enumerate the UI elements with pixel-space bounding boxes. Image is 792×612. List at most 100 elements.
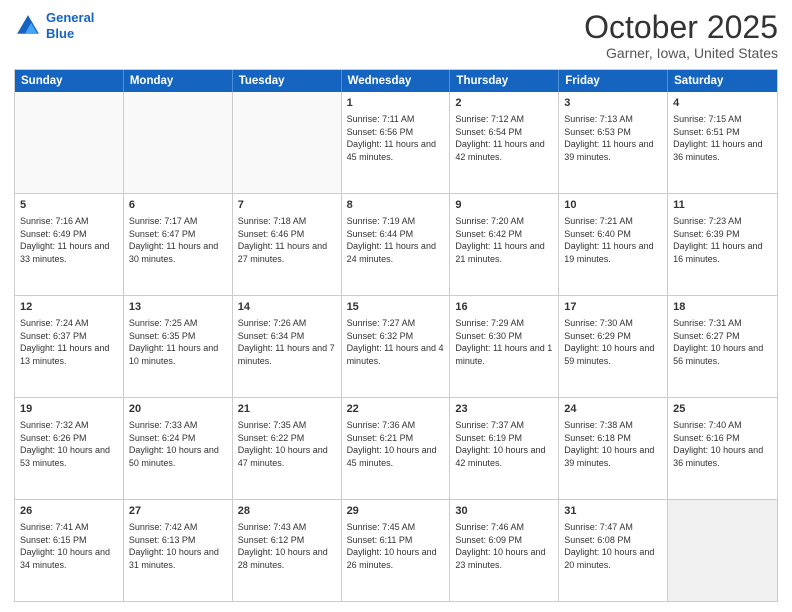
day-cell-14: 14 Sunrise: 7:26 AMSunset: 6:34 PMDayligh…	[233, 296, 342, 397]
day-cell-21: 21Sunrise: 7:35 AMSunset: 6:22 PMDayligh…	[233, 398, 342, 499]
day-number: 12	[20, 300, 118, 315]
day-number: 16	[455, 300, 553, 315]
day-cell-4: 4Sunrise: 7:15 AMSunset: 6:51 PMDaylight…	[668, 92, 777, 193]
day-number: 11	[673, 198, 772, 213]
day-cell-10: 10Sunrise: 7:21 AMSunset: 6:40 PMDayligh…	[559, 194, 668, 295]
cell-info: Sunrise: 7:19 AMSunset: 6:44 PMDaylight:…	[347, 215, 445, 265]
day-number: 8	[347, 198, 445, 213]
calendar-week-5: 26 Sunrise: 7:41 AMSunset: 6:15 PMDayligh…	[15, 500, 777, 601]
day-cell-29: 29 Sunrise: 7:45 AMSunset: 6:11 PMDayligh…	[342, 500, 451, 601]
header-cell-saturday: Saturday	[668, 70, 777, 92]
calendar-week-1: 1 Sunrise: 7:11 AMSunset: 6:56 PMDaylight…	[15, 92, 777, 194]
day-cell-12: 12 Sunrise: 7:24 AMSunset: 6:37 PMDayligh…	[15, 296, 124, 397]
cell-info: Sunrise: 7:24 AMSunset: 6:37 PMDaylight:…	[20, 317, 118, 367]
day-number: 28	[238, 504, 336, 519]
cell-info: Sunrise: 7:27 AMSunset: 6:32 PMDaylight:…	[347, 317, 445, 367]
day-cell-11: 11 Sunrise: 7:23 AMSunset: 6:39 PMDayligh…	[668, 194, 777, 295]
empty-cell	[668, 500, 777, 601]
logo-icon	[14, 12, 42, 40]
day-number: 5	[20, 198, 118, 213]
cell-info: Sunrise: 7:47 AMSunset: 6:08 PMDaylight:…	[564, 521, 662, 571]
day-number: 20	[129, 402, 227, 417]
cell-info: Sunrise: 7:33 AMSunset: 6:24 PMDaylight:…	[129, 419, 227, 469]
header-cell-tuesday: Tuesday	[233, 70, 342, 92]
logo-text: General Blue	[46, 10, 94, 41]
header-cell-wednesday: Wednesday	[342, 70, 451, 92]
day-number: 30	[455, 504, 553, 519]
empty-cell	[233, 92, 342, 193]
calendar-body: 1 Sunrise: 7:11 AMSunset: 6:56 PMDaylight…	[15, 92, 777, 601]
day-cell-25: 25 Sunrise: 7:40 AMSunset: 6:16 PMDayligh…	[668, 398, 777, 499]
logo: General Blue	[14, 10, 94, 41]
day-number: 7	[238, 198, 336, 213]
day-cell-18: 18Sunrise: 7:31 AMSunset: 6:27 PMDayligh…	[668, 296, 777, 397]
day-cell-1: 1 Sunrise: 7:11 AMSunset: 6:56 PMDaylight…	[342, 92, 451, 193]
page: General Blue October 2025 Garner, Iowa, …	[0, 0, 792, 612]
cell-info: Sunrise: 7:17 AMSunset: 6:47 PMDaylight:…	[129, 215, 227, 265]
cell-info: Sunrise: 7:21 AMSunset: 6:40 PMDaylight:…	[564, 215, 662, 265]
day-cell-16: 16 Sunrise: 7:29 AMSunset: 6:30 PMDayligh…	[450, 296, 559, 397]
day-cell-3: 3 Sunrise: 7:13 AMSunset: 6:53 PMDaylight…	[559, 92, 668, 193]
day-number: 17	[564, 300, 662, 315]
day-number: 26	[20, 504, 118, 519]
day-number: 4	[673, 96, 772, 111]
day-cell-19: 19 Sunrise: 7:32 AMSunset: 6:26 PMDayligh…	[15, 398, 124, 499]
day-number: 1	[347, 96, 445, 111]
day-number: 18	[673, 300, 772, 315]
cell-info: Sunrise: 7:46 AMSunset: 6:09 PMDaylight:…	[455, 521, 553, 571]
day-number: 9	[455, 198, 553, 213]
cell-info: Sunrise: 7:45 AMSunset: 6:11 PMDaylight:…	[347, 521, 445, 571]
day-number: 6	[129, 198, 227, 213]
calendar-header: SundayMondayTuesdayWednesdayThursdayFrid…	[15, 70, 777, 92]
header: General Blue October 2025 Garner, Iowa, …	[14, 10, 778, 61]
day-cell-13: 13Sunrise: 7:25 AMSunset: 6:35 PMDayligh…	[124, 296, 233, 397]
cell-info: Sunrise: 7:29 AMSunset: 6:30 PMDaylight:…	[455, 317, 553, 367]
calendar-week-3: 12 Sunrise: 7:24 AMSunset: 6:37 PMDayligh…	[15, 296, 777, 398]
cell-info: Sunrise: 7:16 AMSunset: 6:49 PMDaylight:…	[20, 215, 118, 265]
day-cell-26: 26 Sunrise: 7:41 AMSunset: 6:15 PMDayligh…	[15, 500, 124, 601]
month-title: October 2025	[584, 10, 778, 45]
day-cell-2: 2Sunrise: 7:12 AMSunset: 6:54 PMDaylight…	[450, 92, 559, 193]
calendar-week-4: 19 Sunrise: 7:32 AMSunset: 6:26 PMDayligh…	[15, 398, 777, 500]
cell-info: Sunrise: 7:41 AMSunset: 6:15 PMDaylight:…	[20, 521, 118, 571]
day-cell-17: 17 Sunrise: 7:30 AMSunset: 6:29 PMDayligh…	[559, 296, 668, 397]
day-number: 22	[347, 402, 445, 417]
day-number: 19	[20, 402, 118, 417]
cell-info: Sunrise: 7:12 AMSunset: 6:54 PMDaylight:…	[455, 113, 553, 163]
cell-info: Sunrise: 7:18 AMSunset: 6:46 PMDaylight:…	[238, 215, 336, 265]
day-cell-31: 31Sunrise: 7:47 AMSunset: 6:08 PMDayligh…	[559, 500, 668, 601]
day-cell-7: 7 Sunrise: 7:18 AMSunset: 6:46 PMDaylight…	[233, 194, 342, 295]
cell-info: Sunrise: 7:43 AMSunset: 6:12 PMDaylight:…	[238, 521, 336, 571]
calendar-week-2: 5 Sunrise: 7:16 AMSunset: 6:49 PMDaylight…	[15, 194, 777, 296]
day-number: 25	[673, 402, 772, 417]
day-number: 3	[564, 96, 662, 111]
cell-info: Sunrise: 7:32 AMSunset: 6:26 PMDaylight:…	[20, 419, 118, 469]
day-number: 29	[347, 504, 445, 519]
logo-line2: Blue	[46, 26, 74, 41]
day-number: 14	[238, 300, 336, 315]
day-cell-15: 15 Sunrise: 7:27 AMSunset: 6:32 PMDayligh…	[342, 296, 451, 397]
cell-info: Sunrise: 7:13 AMSunset: 6:53 PMDaylight:…	[564, 113, 662, 163]
header-cell-friday: Friday	[559, 70, 668, 92]
day-number: 27	[129, 504, 227, 519]
cell-info: Sunrise: 7:40 AMSunset: 6:16 PMDaylight:…	[673, 419, 772, 469]
cell-info: Sunrise: 7:38 AMSunset: 6:18 PMDaylight:…	[564, 419, 662, 469]
calendar: SundayMondayTuesdayWednesdayThursdayFrid…	[14, 69, 778, 602]
cell-info: Sunrise: 7:30 AMSunset: 6:29 PMDaylight:…	[564, 317, 662, 367]
day-cell-20: 20 Sunrise: 7:33 AMSunset: 6:24 PMDayligh…	[124, 398, 233, 499]
day-cell-9: 9Sunrise: 7:20 AMSunset: 6:42 PMDaylight…	[450, 194, 559, 295]
cell-info: Sunrise: 7:26 AMSunset: 6:34 PMDaylight:…	[238, 317, 336, 367]
cell-info: Sunrise: 7:11 AMSunset: 6:56 PMDaylight:…	[347, 113, 445, 163]
empty-cell	[15, 92, 124, 193]
header-cell-sunday: Sunday	[15, 70, 124, 92]
cell-info: Sunrise: 7:25 AMSunset: 6:35 PMDaylight:…	[129, 317, 227, 367]
day-cell-30: 30 Sunrise: 7:46 AMSunset: 6:09 PMDayligh…	[450, 500, 559, 601]
day-cell-23: 23 Sunrise: 7:37 AMSunset: 6:19 PMDayligh…	[450, 398, 559, 499]
day-number: 23	[455, 402, 553, 417]
cell-info: Sunrise: 7:37 AMSunset: 6:19 PMDaylight:…	[455, 419, 553, 469]
day-number: 15	[347, 300, 445, 315]
title-block: October 2025 Garner, Iowa, United States	[584, 10, 778, 61]
logo-line1: General	[46, 10, 94, 25]
cell-info: Sunrise: 7:23 AMSunset: 6:39 PMDaylight:…	[673, 215, 772, 265]
cell-info: Sunrise: 7:36 AMSunset: 6:21 PMDaylight:…	[347, 419, 445, 469]
